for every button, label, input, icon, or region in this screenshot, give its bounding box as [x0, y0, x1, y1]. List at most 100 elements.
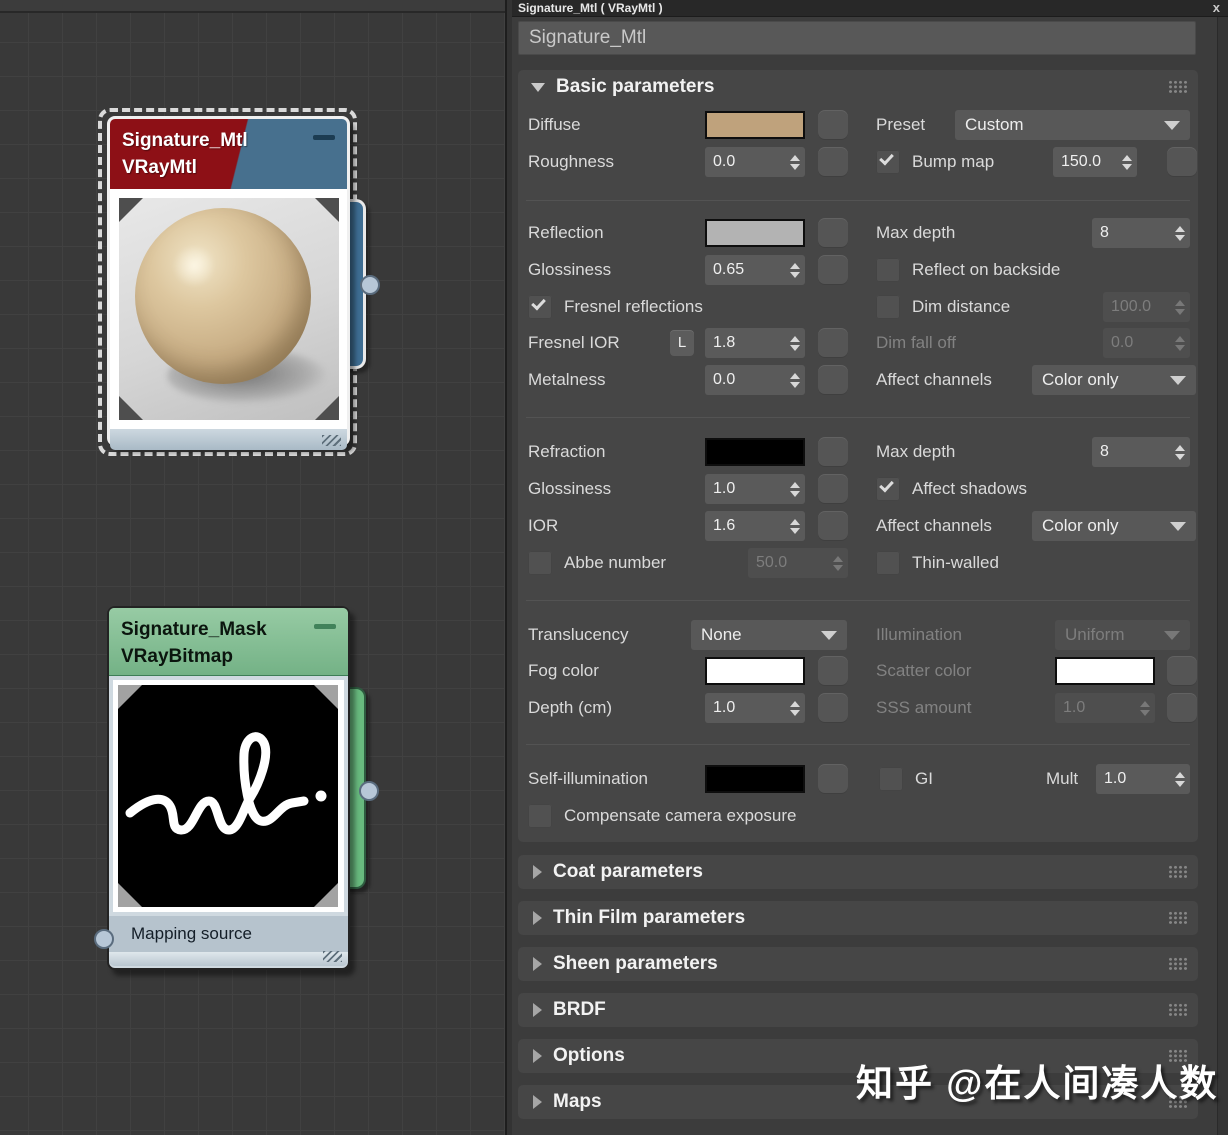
- rollout-title: Options: [553, 1045, 625, 1067]
- fog-color-swatch[interactable]: [705, 657, 805, 685]
- chevron-down-icon: [531, 83, 545, 92]
- reflection-color-swatch[interactable]: [705, 219, 805, 247]
- abbe-number-spinner[interactable]: 50.0: [748, 548, 848, 578]
- refr-affect-channels-dropdown[interactable]: Color only: [1032, 511, 1196, 541]
- roughness-spinner[interactable]: 0.0: [705, 147, 805, 177]
- spinner-arrows-icon[interactable]: [788, 263, 805, 278]
- scatter-color-swatch[interactable]: [1055, 657, 1155, 685]
- illumination-dropdown[interactable]: Uniform: [1055, 620, 1190, 650]
- diffuse-color-swatch[interactable]: [705, 111, 805, 139]
- refl-affect-channels-dropdown[interactable]: Color only: [1032, 365, 1196, 395]
- fresnel-ior-lock-button[interactable]: L: [670, 330, 694, 356]
- gi-checkbox[interactable]: [879, 767, 903, 791]
- preset-dropdown[interactable]: Custom: [955, 110, 1190, 140]
- spinner-arrows-icon[interactable]: [788, 336, 805, 351]
- dim-distance-checkbox[interactable]: [876, 295, 900, 319]
- minimize-icon[interactable]: [313, 135, 335, 140]
- refl-glossiness-map-slot[interactable]: [818, 255, 848, 285]
- close-icon[interactable]: x: [1213, 0, 1220, 15]
- metalness-spinner[interactable]: 0.0: [705, 365, 805, 395]
- metalness-map-slot[interactable]: [818, 365, 848, 395]
- chevron-right-icon: [533, 1003, 542, 1017]
- mtl-material-preview[interactable]: [119, 198, 339, 420]
- depth-cm-spinner[interactable]: 1.0: [705, 693, 805, 723]
- fresnel-reflections-checkbox[interactable]: [528, 295, 552, 319]
- refr-max-depth-label: Max depth: [876, 437, 955, 467]
- brdf-header[interactable]: BRDF: [518, 993, 1198, 1027]
- reflection-map-slot[interactable]: [818, 218, 848, 248]
- spinner-arrows-icon[interactable]: [1173, 445, 1190, 460]
- sss-amount-spinner[interactable]: 1.0: [1055, 693, 1155, 723]
- mtl-node-header[interactable]: Signature_Mtl VRayMtl: [110, 119, 347, 189]
- mult-spinner[interactable]: 1.0: [1096, 764, 1190, 794]
- mapping-source-input-socket[interactable]: [94, 929, 114, 949]
- compensate-exposure-checkbox[interactable]: [528, 804, 552, 828]
- dim-fall-off-spinner[interactable]: 0.0: [1103, 328, 1190, 358]
- refl-glossiness-spinner[interactable]: 0.65: [705, 255, 805, 285]
- refl-glossiness-label: Glossiness: [528, 255, 611, 285]
- mtl-preview-frame: [114, 193, 343, 425]
- panel-titlebar[interactable]: Signature_Mtl ( VRayMtl ) x: [512, 0, 1228, 17]
- refraction-color-swatch[interactable]: [705, 438, 805, 466]
- drag-grip-icon[interactable]: [1168, 865, 1187, 879]
- refraction-map-slot[interactable]: [818, 437, 848, 467]
- thin-film-parameters-header[interactable]: Thin Film parameters: [518, 901, 1198, 935]
- mask-bitmap-preview[interactable]: [118, 685, 338, 907]
- rollout-brdf: BRDF: [518, 993, 1198, 1027]
- spinner-arrows-icon[interactable]: [788, 701, 805, 716]
- basic-parameters-header[interactable]: Basic parameters: [518, 70, 1198, 104]
- mask-output-socket[interactable]: [359, 781, 379, 801]
- spinner-arrows-icon[interactable]: [1173, 772, 1190, 787]
- depth-cm-map-slot[interactable]: [818, 693, 848, 723]
- refr-glossiness-map-slot[interactable]: [818, 474, 848, 504]
- abbe-number-checkbox[interactable]: [528, 551, 552, 575]
- node-signature-mtl[interactable]: Signature_Mtl VRayMtl: [107, 116, 350, 446]
- resize-grip-icon[interactable]: [322, 435, 341, 446]
- ior-map-slot[interactable]: [818, 511, 848, 541]
- spinner-arrows-icon[interactable]: [1173, 226, 1190, 241]
- spinner-arrows-icon[interactable]: [788, 519, 805, 534]
- refr-max-depth-spinner[interactable]: 8: [1092, 437, 1190, 467]
- spinner-arrows-icon[interactable]: [1120, 155, 1137, 170]
- drag-grip-icon[interactable]: [1168, 1003, 1187, 1017]
- fog-color-map-slot[interactable]: [818, 656, 848, 686]
- ior-spinner[interactable]: 1.6: [705, 511, 805, 541]
- diffuse-map-slot[interactable]: [818, 110, 848, 140]
- self-illumination-map-slot[interactable]: [818, 764, 848, 794]
- spinner-arrows-icon[interactable]: [788, 482, 805, 497]
- material-name-input[interactable]: Signature_Mtl: [518, 21, 1196, 55]
- bump-amount-spinner[interactable]: 150.0: [1053, 147, 1137, 177]
- refl-max-depth-spinner[interactable]: 8: [1092, 218, 1190, 248]
- reflect-backside-checkbox[interactable]: [876, 258, 900, 282]
- fresnel-ior-map-slot[interactable]: [818, 328, 848, 358]
- node-signature-mask[interactable]: Signature_Mask VRayBitmap Mapping source: [107, 606, 350, 970]
- group-separator: [526, 200, 1190, 201]
- scatter-color-map-slot[interactable]: [1167, 656, 1197, 686]
- mask-node-header[interactable]: Signature_Mask VRayBitmap: [109, 608, 348, 676]
- bump-map-checkbox[interactable]: [876, 150, 900, 174]
- spinner-arrows-icon[interactable]: [788, 373, 805, 388]
- dim-distance-spinner[interactable]: 100.0: [1103, 292, 1190, 322]
- coat-parameters-header[interactable]: Coat parameters: [518, 855, 1198, 889]
- drag-grip-icon[interactable]: [1168, 911, 1187, 925]
- roughness-map-slot[interactable]: [818, 147, 848, 177]
- mtl-output-socket[interactable]: [360, 275, 380, 295]
- fresnel-ior-spinner[interactable]: 1.8: [705, 328, 805, 358]
- refr-glossiness-spinner[interactable]: 1.0: [705, 474, 805, 504]
- pane-divider[interactable]: [505, 0, 512, 1135]
- sss-amount-map-slot[interactable]: [1167, 693, 1197, 723]
- resize-grip-icon[interactable]: [323, 951, 342, 962]
- node-graph-canvas[interactable]: Signature_Mtl VRayMtl Signature_Mask: [0, 0, 505, 1135]
- sheen-parameters-header[interactable]: Sheen parameters: [518, 947, 1198, 981]
- drag-grip-icon[interactable]: [1168, 80, 1187, 94]
- affect-shadows-checkbox[interactable]: [876, 477, 900, 501]
- minimize-icon[interactable]: [314, 624, 336, 629]
- translucency-dropdown[interactable]: None: [691, 620, 847, 650]
- spinner-arrows-icon[interactable]: [788, 155, 805, 170]
- translucency-row: Translucency None Illumination Uniform: [518, 620, 1198, 650]
- self-illumination-swatch[interactable]: [705, 765, 805, 793]
- drag-grip-icon[interactable]: [1168, 957, 1187, 971]
- thin-walled-checkbox[interactable]: [876, 551, 900, 575]
- mapping-source-slot[interactable]: Mapping source: [109, 916, 348, 952]
- bump-map-slot[interactable]: [1167, 147, 1197, 177]
